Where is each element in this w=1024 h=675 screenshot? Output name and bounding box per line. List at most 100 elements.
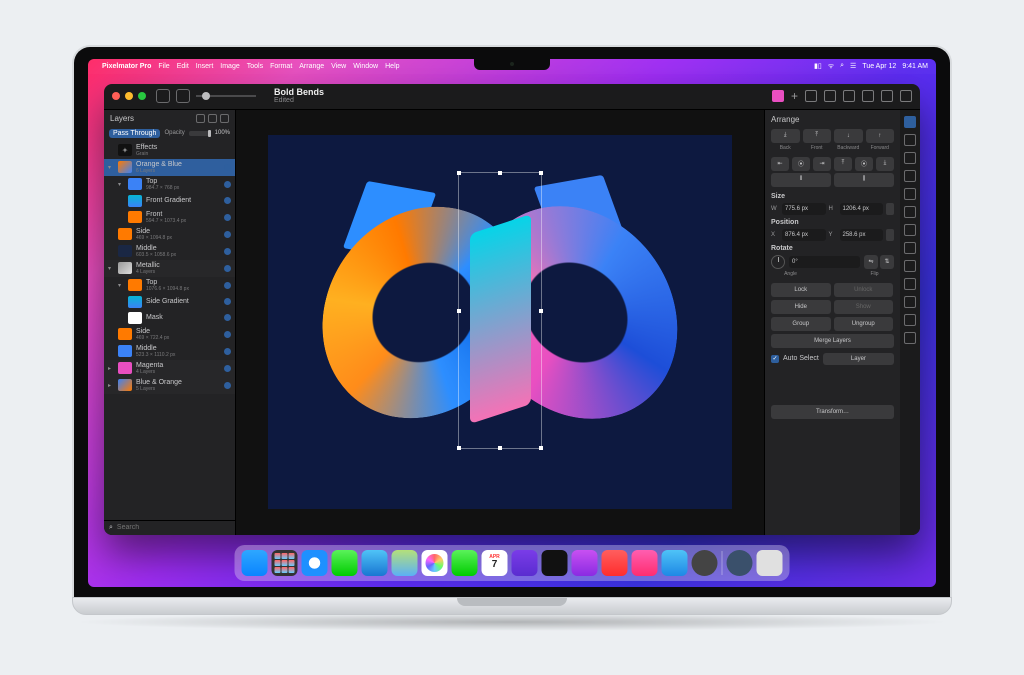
y-field[interactable]: 258.6 px bbox=[840, 229, 884, 241]
canvas[interactable] bbox=[236, 110, 764, 535]
zoom-fit-icon[interactable] bbox=[176, 89, 190, 103]
battery-icon[interactable]: ▮▯ bbox=[814, 62, 822, 70]
flip-v-button[interactable]: ⇅ bbox=[880, 255, 894, 269]
layer-row[interactable]: ▾Top984.7 × 768 px bbox=[104, 176, 235, 193]
layer-row[interactable]: Front Gradient bbox=[104, 193, 235, 209]
paint-tool-icon[interactable] bbox=[904, 170, 916, 182]
resize-handle[interactable] bbox=[539, 309, 543, 313]
resize-handle[interactable] bbox=[498, 171, 502, 175]
align-left-button[interactable]: ⇤ bbox=[771, 157, 789, 171]
effects-tool-icon[interactable] bbox=[904, 260, 916, 272]
visibility-toggle[interactable] bbox=[224, 298, 231, 305]
layer-row[interactable]: Middle523.3 × 1110.2 px bbox=[104, 343, 235, 360]
menu-format[interactable]: Format bbox=[270, 63, 292, 70]
crop-tool-icon[interactable] bbox=[904, 314, 916, 326]
layer-row[interactable]: Side Gradient bbox=[104, 294, 235, 310]
zoom-slider[interactable] bbox=[196, 95, 256, 97]
menu-app-name[interactable]: Pixelmator Pro bbox=[102, 63, 151, 70]
align-middle-button[interactable]: ⦿ bbox=[855, 157, 873, 171]
dock-podcasts-icon[interactable] bbox=[572, 550, 598, 576]
visibility-toggle[interactable] bbox=[224, 348, 231, 355]
dock-facetime-icon[interactable] bbox=[452, 550, 478, 576]
layer-row[interactable]: Mask bbox=[104, 310, 235, 326]
layers-more-icon[interactable] bbox=[220, 114, 229, 123]
align-right-button[interactable]: ⇥ bbox=[813, 157, 831, 171]
arrange-tool-icon[interactable] bbox=[904, 116, 916, 128]
shape-tool-icon[interactable] bbox=[904, 206, 916, 218]
select-tool-icon[interactable] bbox=[904, 152, 916, 164]
dock-pixelmator-icon[interactable] bbox=[512, 550, 538, 576]
visibility-toggle[interactable] bbox=[224, 214, 231, 221]
auto-select-dropdown[interactable]: Layer bbox=[823, 353, 894, 365]
order-backward-button[interactable]: ↓ bbox=[834, 129, 863, 143]
visibility-toggle[interactable] bbox=[224, 365, 231, 372]
merge-layers-button[interactable]: Merge Layers bbox=[771, 334, 894, 348]
menubar-time[interactable]: 9:41 AM bbox=[902, 63, 928, 70]
order-forward-button[interactable]: ↑ bbox=[866, 129, 895, 143]
layer-row[interactable]: Side469 × 1094.8 px bbox=[104, 226, 235, 243]
dock-maps-icon[interactable] bbox=[392, 550, 418, 576]
effects-icon[interactable] bbox=[843, 90, 855, 102]
x-field[interactable]: 876.4 px bbox=[782, 229, 826, 241]
layer-row[interactable]: Side469 × 722.4 px bbox=[104, 326, 235, 343]
visibility-toggle[interactable] bbox=[224, 314, 231, 321]
close-button[interactable] bbox=[112, 92, 120, 100]
resize-handle[interactable] bbox=[457, 446, 461, 450]
ml-enhance-icon[interactable] bbox=[824, 90, 836, 102]
wifi-icon[interactable]: ᯤ bbox=[828, 62, 834, 71]
sidebar-toggle-icon[interactable] bbox=[156, 89, 170, 103]
dock-finder-icon[interactable] bbox=[242, 550, 268, 576]
align-center-button[interactable]: ⦿ bbox=[792, 157, 810, 171]
visibility-toggle[interactable] bbox=[224, 282, 231, 289]
layer-row[interactable]: Front594.7 × 1073.4 px bbox=[104, 209, 235, 226]
distribute-v-button[interactable]: ⫼ bbox=[834, 173, 894, 187]
stepper[interactable] bbox=[886, 229, 894, 241]
blend-mode-select[interactable]: Pass Through bbox=[109, 129, 160, 138]
resize-handle[interactable] bbox=[457, 171, 461, 175]
flip-h-button[interactable]: ⇋ bbox=[864, 255, 878, 269]
crop-icon[interactable] bbox=[805, 90, 817, 102]
dock-settings-icon[interactable] bbox=[692, 550, 718, 576]
color-picker-swatch[interactable] bbox=[772, 90, 784, 102]
layer-row[interactable]: ▾Orange & Blue6 Layers bbox=[104, 159, 235, 176]
width-field[interactable]: 775.6 px bbox=[782, 203, 826, 215]
menu-arrange[interactable]: Arrange bbox=[299, 63, 324, 70]
visibility-toggle[interactable] bbox=[224, 197, 231, 204]
angle-field[interactable]: 0° bbox=[789, 256, 860, 268]
order-back-button[interactable]: ⤓ bbox=[771, 129, 800, 143]
layer-row[interactable]: ▾Top1076.6 × 1094.8 px bbox=[104, 277, 235, 294]
visibility-toggle[interactable] bbox=[224, 164, 231, 171]
layer-row[interactable]: ▸Blue & Orange5 Layers bbox=[104, 377, 235, 394]
layers-add-icon[interactable] bbox=[208, 114, 217, 123]
layer-row[interactable]: Middle603.5 × 1058.6 px bbox=[104, 243, 235, 260]
menu-tools[interactable]: Tools bbox=[247, 63, 263, 70]
menu-image[interactable]: Image bbox=[220, 63, 239, 70]
maximize-button[interactable] bbox=[138, 92, 146, 100]
dock-music-icon[interactable] bbox=[632, 550, 658, 576]
share-icon[interactable] bbox=[881, 90, 893, 102]
control-center-icon[interactable]: ☰ bbox=[850, 62, 856, 70]
visibility-toggle[interactable] bbox=[224, 231, 231, 238]
ungroup-button[interactable]: Ungroup bbox=[834, 317, 894, 331]
show-button[interactable]: Show bbox=[834, 300, 894, 314]
dock-appstore-icon[interactable] bbox=[662, 550, 688, 576]
unlock-button[interactable]: Unlock bbox=[834, 283, 894, 297]
menubar-date[interactable]: Tue Apr 12 bbox=[862, 63, 896, 70]
menu-insert[interactable]: Insert bbox=[196, 63, 214, 70]
menu-help[interactable]: Help bbox=[385, 63, 399, 70]
order-front-button[interactable]: ⤒ bbox=[803, 129, 832, 143]
dock-news-icon[interactable] bbox=[602, 550, 628, 576]
clone-tool-icon[interactable] bbox=[904, 296, 916, 308]
dock-mail-icon[interactable] bbox=[362, 550, 388, 576]
visibility-toggle[interactable] bbox=[224, 382, 231, 389]
group-button[interactable]: Group bbox=[771, 317, 831, 331]
align-top-button[interactable]: ⤒ bbox=[834, 157, 852, 171]
style-tool-icon[interactable] bbox=[904, 134, 916, 146]
menu-edit[interactable]: Edit bbox=[177, 63, 189, 70]
resize-handle[interactable] bbox=[498, 446, 502, 450]
erase-tool-icon[interactable] bbox=[904, 188, 916, 200]
visibility-toggle[interactable] bbox=[224, 248, 231, 255]
dock-trash-icon[interactable] bbox=[757, 550, 783, 576]
dock-launchpad-icon[interactable] bbox=[272, 550, 298, 576]
visibility-toggle[interactable] bbox=[224, 331, 231, 338]
